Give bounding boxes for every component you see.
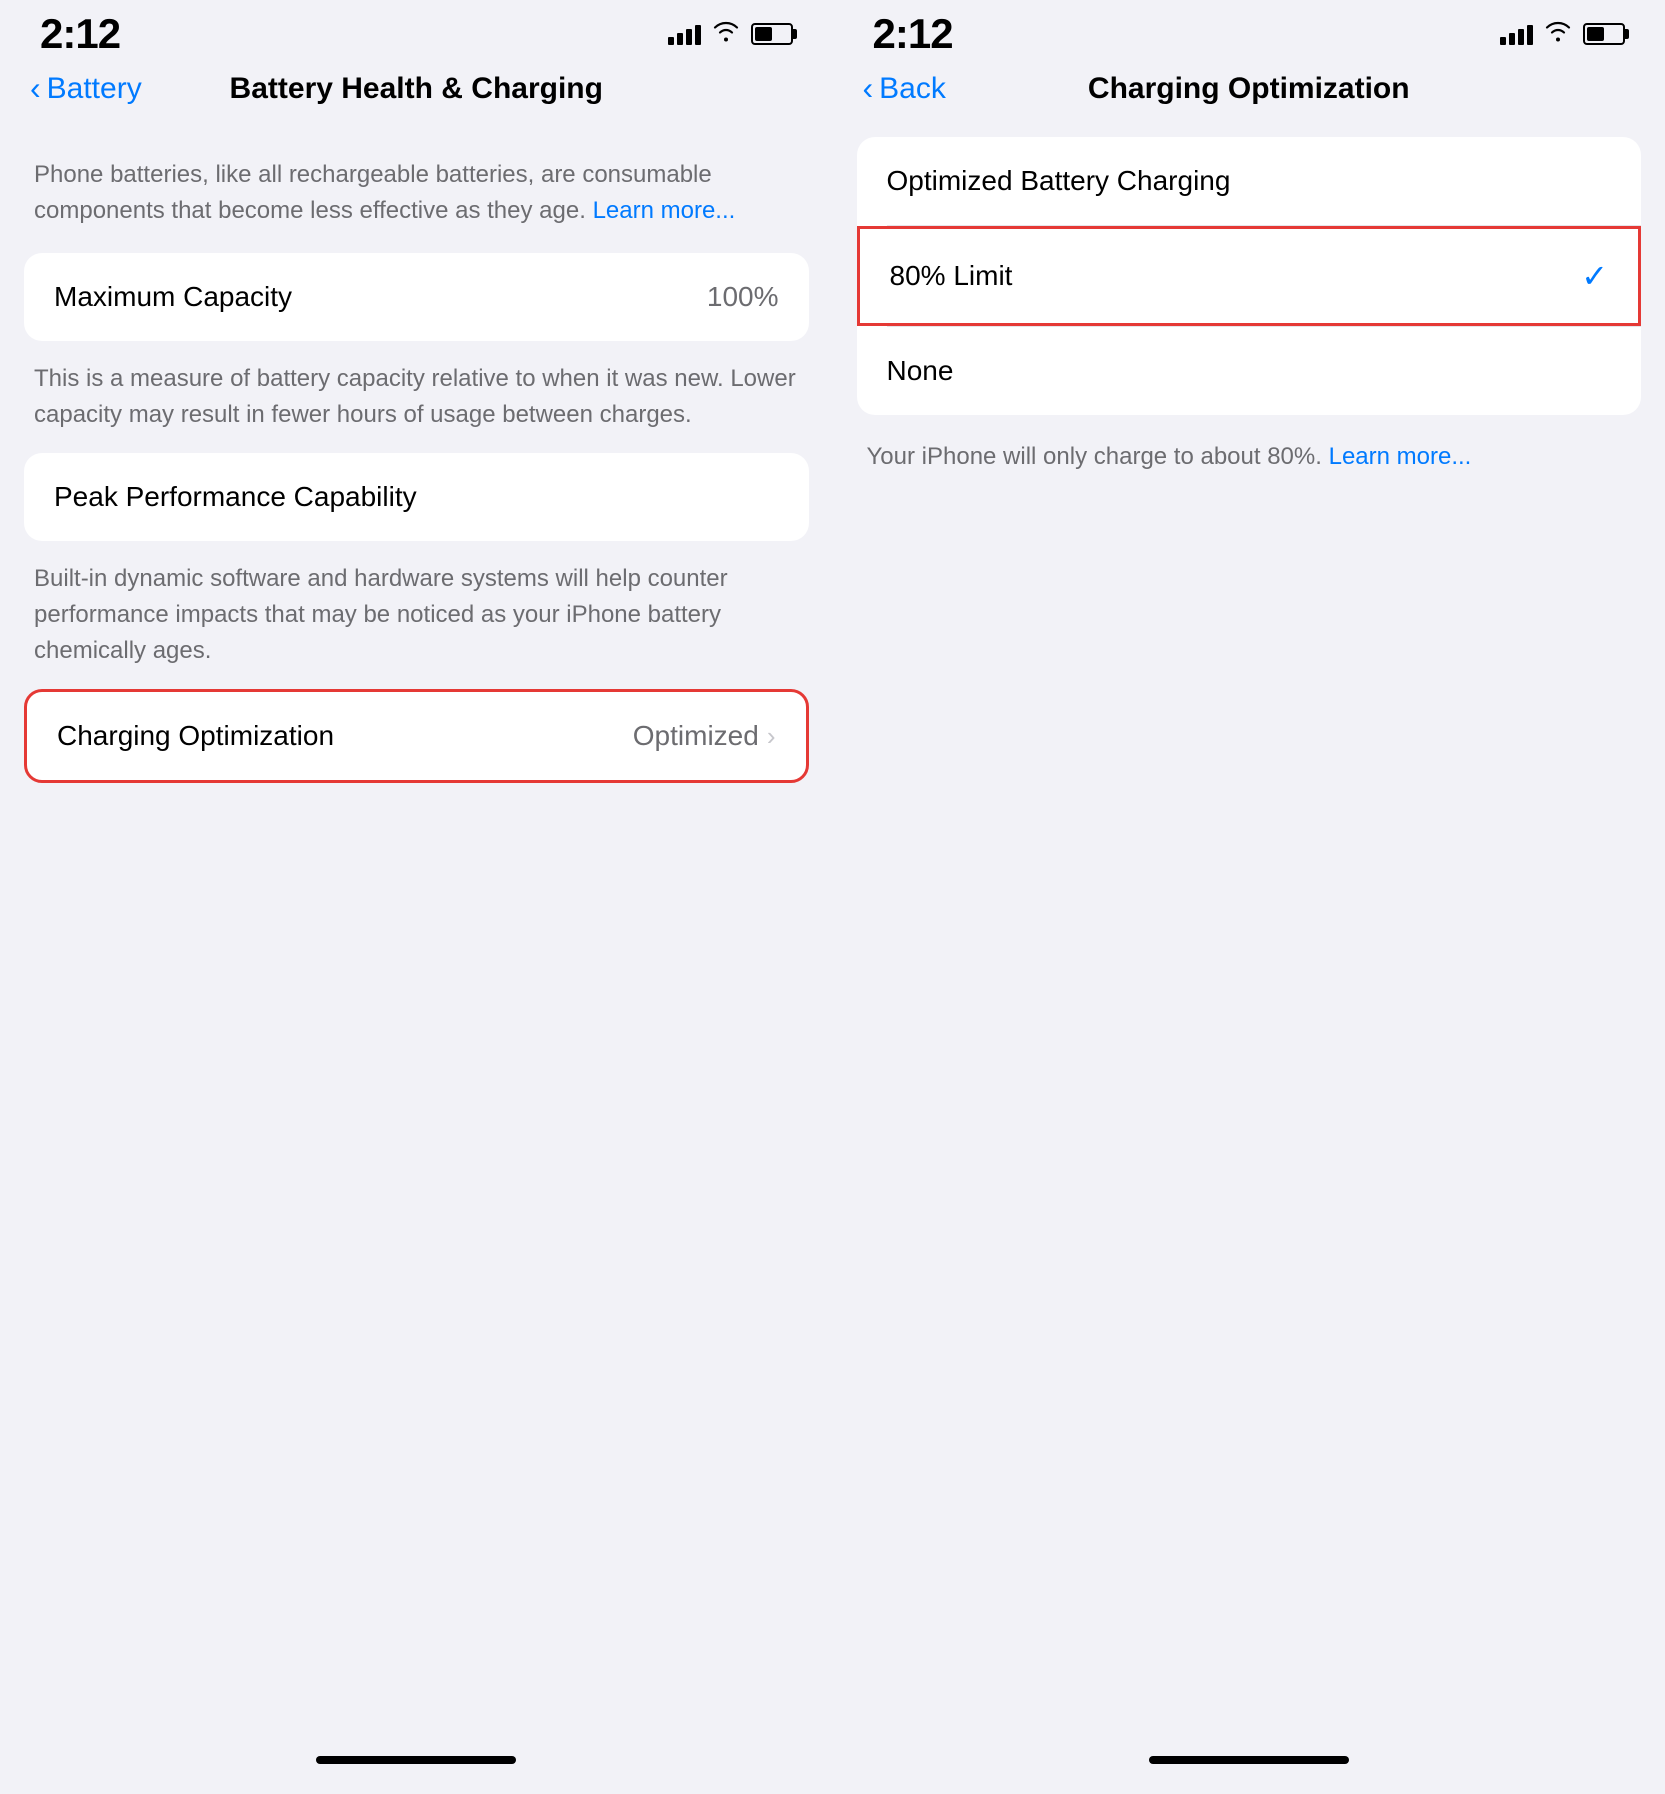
home-indicator-left [316, 1756, 516, 1764]
battery-icon-right [1583, 23, 1625, 45]
time-right: 2:12 [873, 10, 953, 58]
back-button-right[interactable]: ‹ Back [863, 70, 946, 107]
left-screen: 2:12 ‹ Battery B [0, 0, 833, 1794]
battery-fill [755, 27, 772, 41]
peak-performance-description: Built-in dynamic software and hardware s… [24, 551, 809, 689]
battery-icon [751, 23, 793, 45]
wifi-icon-right [1545, 20, 1571, 48]
nav-bar-right: ‹ Back Charging Optimization [833, 60, 1665, 127]
charging-optimization-row[interactable]: Charging Optimization Optimized › [27, 692, 806, 780]
peak-performance-row: Peak Performance Capability [24, 453, 809, 541]
content-left: Phone batteries, like all rechargeable b… [0, 127, 833, 1756]
charging-optimization-value: Optimized › [633, 720, 776, 752]
option-none-label: None [887, 355, 954, 387]
wifi-icon [713, 20, 739, 48]
option-none-row[interactable]: None [857, 327, 1642, 415]
checkmark-icon: ✓ [1581, 257, 1608, 295]
chevron-left-icon: ‹ [30, 70, 41, 107]
back-button-left[interactable]: ‹ Battery [30, 70, 142, 107]
status-icons-left [668, 20, 793, 48]
right-screen: 2:12 ‹ Back Char [833, 0, 1665, 1794]
chevron-right-icon: › [767, 721, 776, 752]
home-indicator-right [1149, 1756, 1349, 1764]
page-title-right: Charging Optimization [1088, 72, 1410, 106]
signal-icon-right [1500, 23, 1533, 45]
status-bar-right: 2:12 [833, 0, 1665, 60]
chevron-left-icon-right: ‹ [863, 70, 874, 107]
optimized-battery-charging-label: Optimized Battery Charging [887, 165, 1231, 197]
maximum-capacity-card: Maximum Capacity 100% [24, 253, 809, 341]
footer-text: Your iPhone will only charge to about 80… [857, 425, 1642, 489]
peak-performance-card: Peak Performance Capability [24, 453, 809, 541]
charging-optimization-label: Charging Optimization [57, 720, 334, 752]
time-left: 2:12 [40, 10, 120, 58]
intro-text: Phone batteries, like all rechargeable b… [24, 137, 809, 253]
optimized-battery-charging-row: Optimized Battery Charging [857, 137, 1642, 225]
learn-more-link-intro[interactable]: Learn more... [593, 197, 736, 224]
signal-icon [668, 23, 701, 45]
maximum-capacity-label: Maximum Capacity [54, 281, 292, 313]
back-label-left: Battery [47, 72, 142, 106]
option-80-limit-row[interactable]: 80% Limit ✓ [857, 226, 1642, 326]
charging-optimization-card[interactable]: Charging Optimization Optimized › [24, 689, 809, 783]
nav-bar-left: ‹ Battery Battery Health & Charging [0, 60, 833, 127]
content-right: Optimized Battery Charging 80% Limit ✓ N… [833, 127, 1665, 1756]
page-title-left: Battery Health & Charging [230, 72, 603, 106]
back-label-right: Back [879, 72, 946, 106]
maximum-capacity-row: Maximum Capacity 100% [24, 253, 809, 341]
option-80-limit-label: 80% Limit [890, 260, 1013, 292]
status-icons-right [1500, 20, 1625, 48]
learn-more-link-footer[interactable]: Learn more... [1329, 443, 1472, 470]
status-bar-left: 2:12 [0, 0, 833, 60]
maximum-capacity-description: This is a measure of battery capacity re… [24, 351, 809, 453]
battery-fill-right [1587, 27, 1604, 41]
charging-options-group: Optimized Battery Charging 80% Limit ✓ N… [857, 137, 1642, 415]
maximum-capacity-value: 100% [707, 281, 779, 313]
peak-performance-label: Peak Performance Capability [54, 481, 417, 513]
